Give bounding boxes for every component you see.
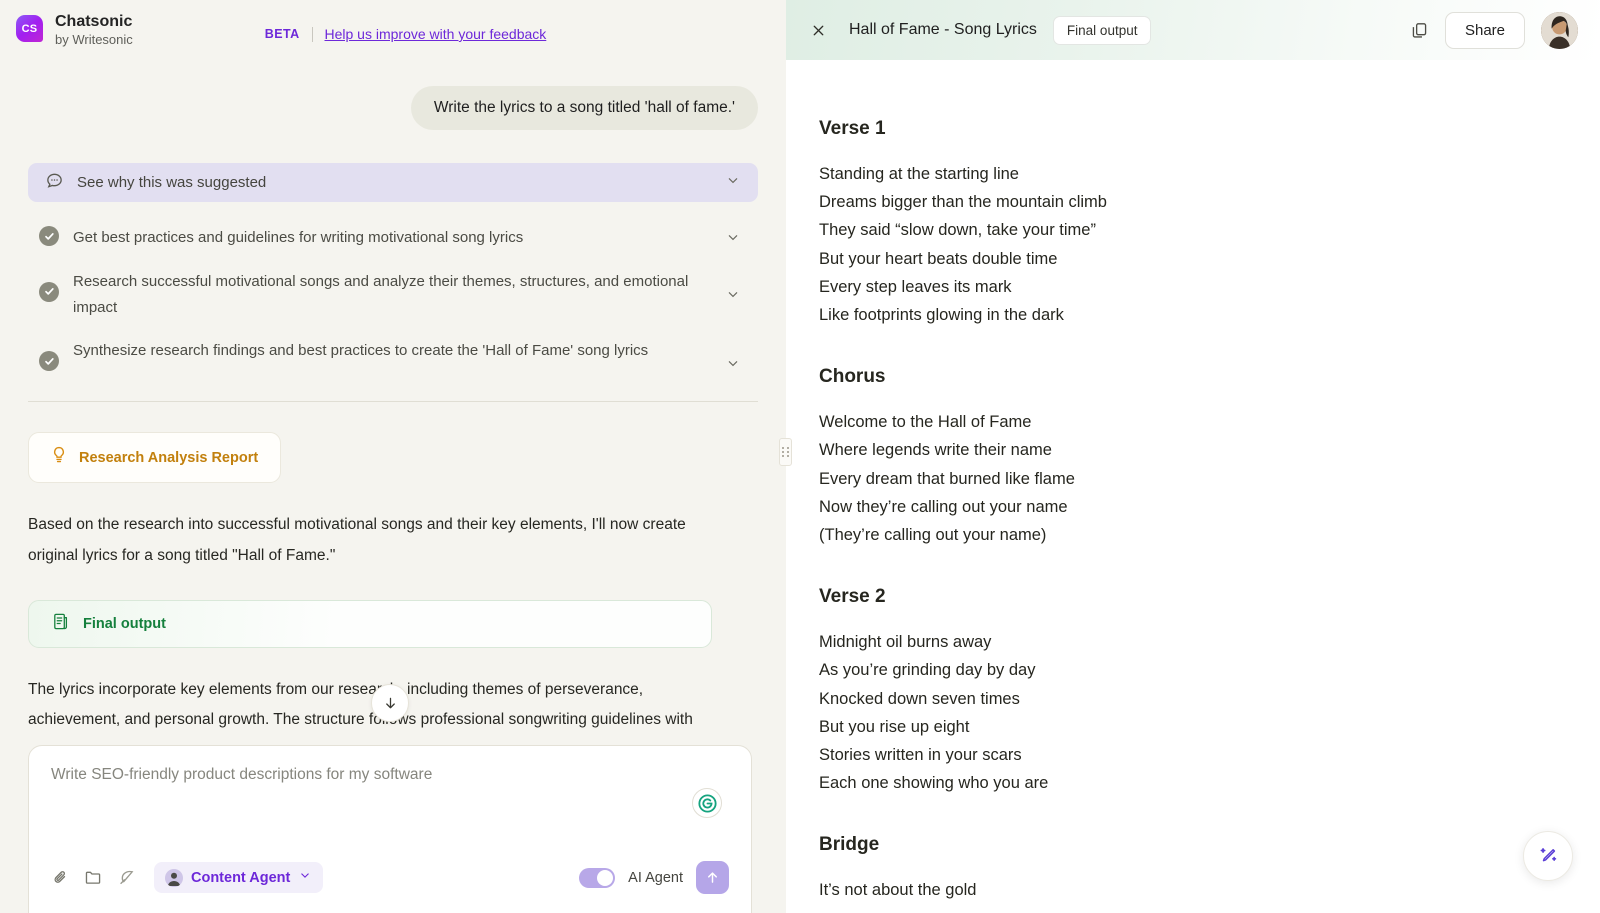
section-divider: [28, 401, 758, 403]
assistant-paragraph: Based on the research into successful mo…: [28, 516, 686, 564]
document-header-actions: Share: [1410, 11, 1578, 49]
app-header: CS Chatsonic by Writesonic BETA Help us …: [0, 0, 786, 58]
app-root: CS Chatsonic by Writesonic BETA Help us …: [0, 0, 1600, 913]
lyric-line: Like footprints glowing in the dark: [819, 306, 1064, 325]
task-label: Get best practices and guidelines for wr…: [73, 229, 524, 246]
document-scroll-icon: [51, 612, 70, 636]
task-list: Get best practices and guidelines for wr…: [28, 216, 758, 385]
section-lines: Welcome to the Hall of Fame Where legend…: [819, 408, 1600, 549]
lyric-line: Now they’re calling out your name: [819, 497, 1068, 516]
lyric-line: But you rise up eight: [819, 717, 970, 736]
lyric-line: (They’re calling out your name): [819, 526, 1047, 545]
vertical-divider: [311, 26, 313, 42]
brand-block: Chatsonic by Writesonic: [55, 12, 133, 48]
document-status-badge: Final output: [1052, 15, 1152, 45]
final-output-card[interactable]: Final output: [28, 599, 712, 648]
grip-dots-icon: [782, 447, 789, 457]
chat-pane: CS Chatsonic by Writesonic BETA Help us …: [0, 0, 786, 913]
section-heading: Bridge: [819, 834, 880, 856]
lyric-line: But your heart beats double time: [819, 249, 1058, 268]
check-circle-icon: [39, 351, 59, 372]
chat-scroll-area[interactable]: Write the lyrics to a song titled 'hall …: [0, 58, 786, 734]
feather-icon[interactable]: [117, 868, 136, 887]
agent-avatar-icon: [165, 868, 183, 887]
lyric-line: As you’re grinding day by day: [819, 661, 1036, 680]
section-heading: Chorus: [819, 366, 886, 388]
composer-right-controls: AI Agent: [579, 861, 729, 894]
chevron-down-icon[interactable]: [725, 229, 741, 250]
beta-badge: BETA: [264, 27, 300, 41]
lyric-line: Stories written in your scars: [819, 746, 1022, 765]
task-item[interactable]: Get best practices and guidelines for wr…: [28, 216, 758, 260]
chevron-down-icon[interactable]: [298, 868, 312, 887]
beta-feedback-group: BETA Help us improve with your feedback: [265, 26, 546, 42]
lyric-line: Midnight oil burns away: [819, 633, 992, 652]
app-title: Chatsonic: [55, 13, 133, 30]
avatar[interactable]: [1541, 11, 1578, 49]
pane-resize-handle[interactable]: [779, 438, 792, 466]
message-input[interactable]: Write SEO-friendly product descriptions …: [51, 766, 729, 784]
see-why-suggested-bar[interactable]: See why this was suggested: [28, 163, 758, 202]
logo-text: CS: [21, 22, 38, 35]
check-circle-icon: [39, 226, 59, 246]
check-circle-icon: [39, 281, 59, 302]
lyric-line: Welcome to the Hall of Fame: [819, 413, 1032, 432]
chatsonic-logo-icon: CS: [16, 15, 43, 42]
section-heading: Verse 2: [819, 586, 886, 608]
lyrics-section: Verse 1 Standing at the starting line Dr…: [819, 118, 1600, 329]
lyric-line: Knocked down seven times: [819, 689, 1020, 708]
lyric-line: Each one showing who you are: [819, 774, 1049, 793]
user-message-row: Write the lyrics to a song titled 'hall …: [28, 86, 758, 130]
section-lines: It’s not about the gold: [819, 876, 1600, 904]
share-button[interactable]: Share: [1444, 11, 1525, 49]
section-heading: Verse 1: [819, 118, 886, 139]
ai-agent-toggle[interactable]: [579, 867, 616, 888]
chevron-down-icon[interactable]: [725, 355, 741, 376]
final-output-label: Final output: [83, 615, 166, 632]
ai-agent-label: AI Agent: [628, 869, 683, 886]
chevron-down-icon[interactable]: [725, 172, 741, 193]
agent-selector-chip[interactable]: Content Agent: [154, 862, 324, 893]
user-message-bubble: Write the lyrics to a song titled 'hall …: [410, 86, 758, 130]
research-analysis-report-label: Research Analysis Report: [79, 449, 259, 466]
lyric-line: Standing at the starting line: [819, 165, 1019, 183]
lyric-line: Every step leaves its mark: [819, 277, 1012, 296]
composer-toolbar: Content Agent AI Agent: [51, 861, 729, 894]
close-icon[interactable]: [806, 18, 831, 43]
chevron-down-icon[interactable]: [725, 286, 741, 307]
copy-icon[interactable]: [1410, 21, 1429, 40]
lyric-line: Every dream that burned like flame: [819, 469, 1075, 488]
message-composer: Write SEO-friendly product descriptions …: [28, 745, 752, 913]
lyric-line: It’s not about the gold: [819, 881, 977, 900]
document-pane: Hall of Fame - Song Lyrics Final output …: [786, 0, 1600, 913]
app-subtitle: by Writesonic: [55, 32, 133, 47]
feedback-link[interactable]: Help us improve with your feedback: [325, 26, 547, 42]
lyrics-section: Verse 2 Midnight oil burns away As you’r…: [819, 586, 1600, 797]
lyric-line: Where legends write their name: [819, 441, 1052, 460]
section-lines: Standing at the starting line Dreams big…: [819, 160, 1600, 329]
grammarly-icon[interactable]: [692, 788, 722, 818]
scroll-to-bottom-button[interactable]: [371, 684, 409, 722]
magic-wand-icon[interactable]: [1523, 831, 1573, 881]
lyric-line: They said “slow down, take your time”: [819, 221, 1096, 240]
task-label: Synthesize research findings and best pr…: [73, 342, 649, 360]
see-why-suggested-label: See why this was suggested: [77, 174, 267, 191]
section-lines: Midnight oil burns away As you’re grindi…: [819, 628, 1600, 797]
document-title: Hall of Fame - Song Lyrics: [849, 21, 1037, 38]
task-item[interactable]: Research successful motivational songs a…: [28, 260, 758, 330]
document-header: Hall of Fame - Song Lyrics Final output …: [786, 0, 1600, 60]
lyric-line: Dreams bigger than the mountain climb: [819, 193, 1107, 212]
lyrics-section: Bridge It’s not about the gold: [819, 834, 1600, 904]
task-item[interactable]: Synthesize research findings and best pr…: [28, 329, 758, 385]
lyrics-section: Chorus Welcome to the Hall of Fame Where…: [819, 366, 1600, 549]
document-content: Verse 1 Standing at the starting line Dr…: [786, 60, 1600, 905]
research-analysis-report-chip[interactable]: Research Analysis Report: [28, 432, 282, 484]
agent-chip-label: Content Agent: [191, 869, 291, 886]
attach-file-icon[interactable]: [51, 868, 70, 887]
chat-bubble-icon: [45, 171, 64, 195]
lightbulb-icon: [51, 446, 67, 469]
folder-icon[interactable]: [84, 868, 103, 887]
send-button[interactable]: [696, 861, 729, 894]
task-label: Research successful motivational songs a…: [73, 272, 689, 316]
